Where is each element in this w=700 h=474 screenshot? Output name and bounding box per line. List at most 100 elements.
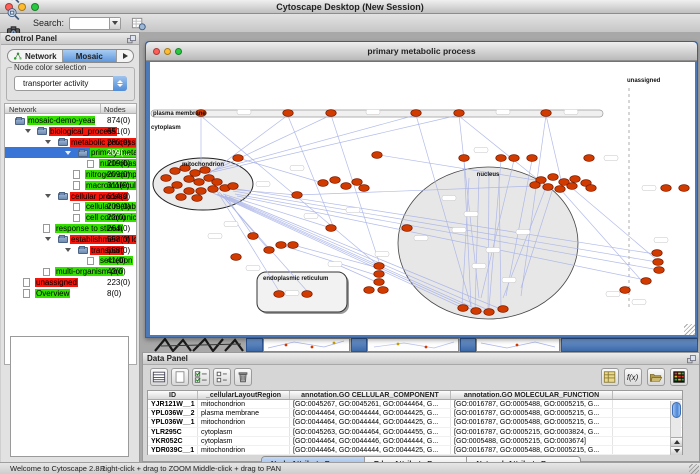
- network-node[interactable]: [654, 267, 664, 274]
- select-attributes-icon[interactable]: [192, 368, 210, 386]
- network-node[interactable]: [274, 291, 284, 298]
- network-view-titlebar[interactable]: primary metabolic process: [146, 42, 697, 61]
- network-node[interactable]: [652, 250, 662, 257]
- dropdown-stepper-icon[interactable]: [113, 76, 127, 91]
- network-node[interactable]: [292, 192, 302, 199]
- import-attributes-icon[interactable]: [647, 368, 665, 386]
- network-edge[interactable]: [208, 115, 331, 173]
- network-node[interactable]: [584, 155, 594, 162]
- tree-row-secretion[interactable]: secretion41(0): [5, 255, 136, 266]
- scroll-down-button[interactable]: [671, 446, 682, 455]
- expand-arrow-icon[interactable]: [45, 237, 51, 241]
- network-node[interactable]: [170, 168, 180, 175]
- network-edge[interactable]: [288, 116, 333, 226]
- network-node[interactable]: [330, 177, 340, 184]
- tree-row-cell-communicat[interactable]: cell communicat22(0): [5, 212, 136, 223]
- function-builder-icon[interactable]: f(x): [624, 368, 642, 386]
- zoom-window-button[interactable]: [31, 3, 39, 11]
- network-node[interactable]: [364, 287, 374, 294]
- network-node[interactable]: [352, 179, 362, 186]
- network-node[interactable]: [374, 271, 384, 278]
- column-header[interactable]: _cellularLayoutRegion: [198, 391, 290, 399]
- minimize-frame-button[interactable]: [164, 48, 171, 55]
- network-node[interactable]: [620, 287, 630, 294]
- float-panel-icon[interactable]: [687, 355, 696, 364]
- table-scrollbar[interactable]: [670, 401, 681, 455]
- table-row[interactable]: YKR052Ccytoplasm[GO:0044464, GO:0044446,…: [148, 437, 682, 446]
- tree-row-response-to-stimulu[interactable]: response to stimulu264(0): [5, 223, 136, 234]
- network-node[interactable]: [498, 306, 508, 313]
- network-node[interactable]: [164, 187, 174, 194]
- network-node[interactable]: [661, 185, 671, 192]
- unselect-attributes-icon[interactable]: [213, 368, 231, 386]
- tab-mosaic[interactable]: Mosaic: [63, 50, 118, 62]
- zoom-fit-icon[interactable]: [4, 6, 23, 23]
- network-node[interactable]: [541, 110, 551, 117]
- network-node[interactable]: [359, 185, 369, 192]
- float-panel-icon[interactable]: [127, 35, 136, 44]
- network-node[interactable]: [326, 110, 336, 117]
- link-table-icon[interactable]: [129, 15, 148, 32]
- network-node[interactable]: [184, 176, 194, 183]
- network-node[interactable]: [458, 305, 468, 312]
- network-node[interactable]: [341, 183, 351, 190]
- network-node[interactable]: [378, 287, 388, 294]
- network-node[interactable]: [192, 195, 202, 202]
- table-rows-icon[interactable]: [150, 368, 168, 386]
- network-node[interactable]: [194, 179, 204, 186]
- expand-arrow-icon[interactable]: [65, 151, 71, 155]
- network-node[interactable]: [548, 174, 558, 181]
- network-node[interactable]: [570, 176, 580, 183]
- network-node[interactable]: [459, 155, 469, 162]
- scrollbar-thumb[interactable]: [672, 402, 681, 418]
- background-window[interactable]: [476, 338, 560, 352]
- network-node[interactable]: [161, 175, 171, 182]
- attribute-table-icon[interactable]: [601, 368, 619, 386]
- table-row[interactable]: YLR295Ccytoplasm[GO:0045263, GO:0044464,…: [148, 428, 682, 437]
- heatmap-icon[interactable]: [670, 368, 688, 386]
- network-node[interactable]: [484, 309, 494, 316]
- zoom-frame-button[interactable]: [175, 48, 182, 55]
- network-node[interactable]: [318, 180, 328, 187]
- network-node[interactable]: [454, 110, 464, 117]
- network-node[interactable]: [402, 225, 412, 232]
- network-node[interactable]: [530, 182, 540, 189]
- network-node[interactable]: [543, 184, 553, 191]
- network-node[interactable]: [372, 152, 382, 159]
- tree-row-primary-metabo[interactable]: primary metabo209(...: [5, 147, 136, 158]
- network-node[interactable]: [496, 155, 506, 162]
- tree-row-establishment-of-lo[interactable]: establishment of lo558(0): [5, 234, 136, 245]
- network-node[interactable]: [233, 155, 243, 162]
- search-input[interactable]: [69, 17, 121, 30]
- table-row[interactable]: YPL036W__2plasma membrane[GO:0044464, GO…: [148, 409, 682, 418]
- background-network-thumbnail[interactable]: [153, 338, 248, 352]
- network-node[interactable]: [184, 188, 194, 195]
- birds-eye-view[interactable]: [10, 336, 129, 457]
- network-node[interactable]: [653, 259, 663, 266]
- network-edge[interactable]: [223, 194, 331, 228]
- network-node[interactable]: [509, 155, 519, 162]
- network-node[interactable]: [374, 279, 384, 286]
- background-window[interactable]: [367, 338, 459, 352]
- background-window-edge[interactable]: [351, 338, 367, 352]
- network-node[interactable]: [471, 308, 481, 315]
- network-node[interactable]: [212, 179, 222, 186]
- expand-arrow-icon[interactable]: [65, 248, 71, 252]
- close-frame-button[interactable]: [153, 48, 160, 55]
- background-window-edge[interactable]: [561, 338, 698, 352]
- network-node[interactable]: [208, 186, 218, 193]
- network-node[interactable]: [228, 183, 238, 190]
- new-attribute-icon[interactable]: [171, 368, 189, 386]
- table-row[interactable]: YJR121W__1mitochondrion[GO:0045267, GO:0…: [148, 400, 682, 409]
- tree-row-macromolecule[interactable]: macromolecule311(0): [5, 180, 136, 191]
- tree-row-mosaic-demo-yeast[interactable]: mosaic-demo-yeast874(0): [5, 115, 136, 126]
- tree-row-multi-organism-pro[interactable]: multi-organism pro42(0): [5, 266, 136, 277]
- tree-row-cellular-process[interactable]: cellular process614(0): [5, 191, 136, 202]
- column-header[interactable]: annotation.GO CELLULAR_COMPONENT: [290, 391, 451, 399]
- network-node[interactable]: [679, 185, 689, 192]
- expand-arrow-icon[interactable]: [25, 129, 31, 133]
- network-node[interactable]: [176, 194, 186, 201]
- network-node[interactable]: [283, 110, 293, 117]
- tree-row-overview[interactable]: Overview8(0): [5, 288, 136, 299]
- tree-row-transport[interactable]: transport558(0): [5, 245, 136, 256]
